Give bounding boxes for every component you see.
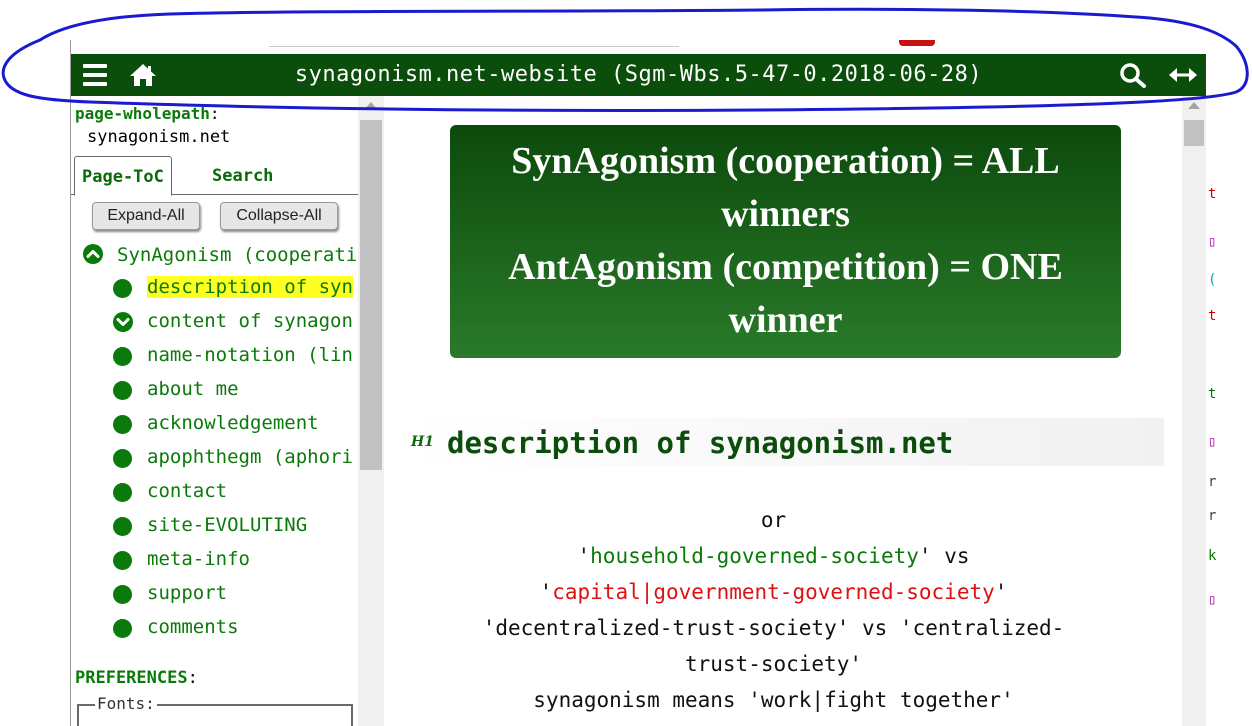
text-line: synagonism means 'work|fight together' [533,688,1014,712]
section-body: or 'household-governed-society' vs 'capi… [385,502,1162,718]
banner-line: AntAgonism (competition) = ONE [508,246,1063,288]
title-bar: synagonism.net-website (Sgm-Wbs.5-47-0.2… [71,54,1206,96]
main-content: SynAgonism (cooperation) = ALL winners A… [385,96,1182,726]
wholepath-value[interactable]: synagonism.net [87,127,230,147]
capital-link[interactable]: capital|government-governed-society [552,580,995,604]
fonts-legend: Fonts: [95,694,157,713]
width-toggle-icon[interactable] [1167,62,1199,88]
address-bar-edge [269,40,679,47]
toc-item-label[interactable]: acknowledgement [147,412,319,434]
edge-mark: ▯ [1208,434,1217,450]
sidebar-scrollbar[interactable] [358,96,384,726]
chevron-up-icon[interactable] [83,244,103,269]
toc-item-label[interactable]: meta-info [147,548,250,570]
bullet-icon [113,619,132,638]
red-tab-edge [899,40,935,46]
wholepath-colon: : [209,104,220,123]
text-line: 'decentralized-trust-society' vs 'centra… [482,616,1065,640]
toc-item-label[interactable]: content of synagon [147,310,353,332]
section-heading: description of synagonism.net [447,426,954,460]
bullet-icon [113,381,132,400]
scroll-up-arrow-icon[interactable] [365,102,377,109]
collapse-all-button[interactable]: Collapse-All [220,202,338,230]
sidebar-scroll-thumb[interactable] [360,120,382,470]
banner-line: SynAgonism (cooperation) = ALL [511,140,1060,182]
tab-page-toc[interactable]: Page-ToC [74,156,172,196]
bullet-icon [113,449,132,468]
bullet-icon [113,347,132,366]
edge-mark: ▯ [1208,592,1217,608]
toc-item-label[interactable]: comments [147,616,239,638]
edge-mark: ( [1208,272,1217,288]
toc-item-label[interactable]: about me [147,378,239,400]
sidebar: page-wholepath: synagonism.net Page-ToC … [71,96,358,726]
banner-line: winner [728,299,843,341]
edge-mark: t [1208,386,1217,402]
main-scrollbar[interactable] [1182,96,1206,726]
bullet-icon [113,517,132,536]
text-line: 'household-governed-society' vs [577,544,970,568]
edge-mark: r [1208,508,1217,524]
h1-marker-icon[interactable]: H1 [411,434,434,450]
edge-mark: r [1208,474,1217,490]
sidebar-tabs: Page-ToC Search [71,156,358,196]
main-scroll-thumb[interactable] [1184,120,1204,146]
toc-item-label[interactable]: description of syn [147,276,353,298]
edge-mark: ▯ [1208,234,1217,250]
wholepath-label: page-wholepath [75,104,210,123]
bullet-icon [113,279,132,298]
bullet-icon [113,551,132,570]
expand-all-button[interactable]: Expand-All [92,202,200,230]
toc-item-label[interactable]: name-notation (lin [147,344,353,366]
bullet-icon [113,415,132,434]
chevron-down-icon[interactable] [113,312,133,336]
edge-mark: k [1208,548,1217,564]
banner-line: winners [721,193,850,235]
preferences-colon: : [187,668,198,688]
page-title: synagonism.net-website (Sgm-Wbs.5-47-0.2… [294,62,983,87]
household-link[interactable]: household-governed-society [590,544,919,568]
adjacent-window-edge: t ▯ ( t t ▯ r r k ▯ [1206,96,1252,726]
site-banner: SynAgonism (cooperation) = ALL winners A… [450,125,1121,358]
tab-search[interactable]: Search [205,156,280,193]
toc-item-label[interactable]: contact [147,480,227,502]
toc-item-label[interactable]: support [147,582,227,604]
edge-mark: t [1208,308,1217,324]
text-line: or [760,508,787,532]
text-line: 'capital|government-governed-society' [539,580,1008,604]
bullet-icon [113,585,132,604]
scroll-up-arrow-icon[interactable] [1188,102,1200,109]
bullet-icon [113,483,132,502]
text-line: trust-society' [684,652,862,676]
edge-mark: t [1208,186,1217,202]
search-icon[interactable] [1119,62,1147,88]
toc-item-label[interactable]: site-EVOLUTING [147,514,307,536]
preferences-label: PREFERENCES [75,668,188,688]
top-strip [71,40,1207,54]
toc-root-label[interactable]: SynAgonism (cooperati [117,244,357,266]
toc-item-label[interactable]: apophthegm (aphori [147,446,353,468]
